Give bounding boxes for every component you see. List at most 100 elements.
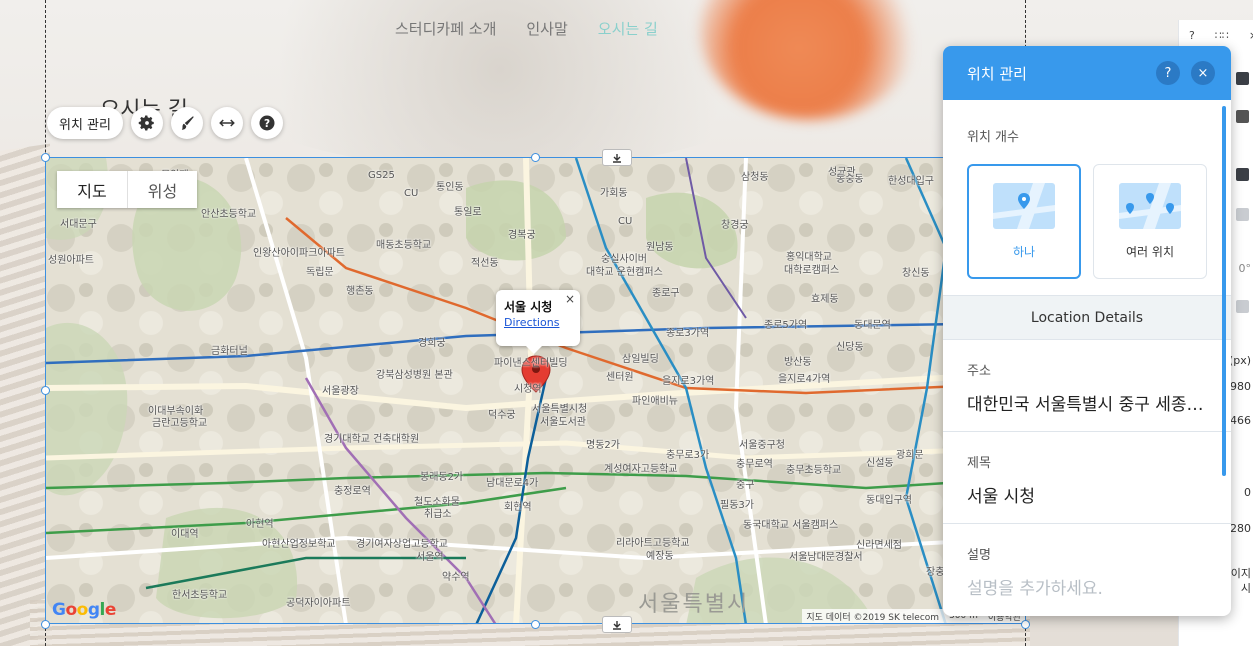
map-label: 시청역 bbox=[514, 384, 542, 395]
multiple-locations-map-icon bbox=[1119, 183, 1181, 229]
map-type-map-button[interactable]: 지도 bbox=[57, 171, 127, 208]
strip-text-1: 이지 bbox=[1230, 567, 1251, 580]
map-data-credit: 지도 데이터 ©2019 SK telecom bbox=[806, 612, 940, 623]
map-label: 종로구 bbox=[652, 288, 680, 299]
strip-help-icon[interactable]: ? bbox=[1189, 29, 1195, 42]
map-widget[interactable]: 무악재 GS25 CU 통인동 가회동 삼청동 성균관 동숭동 한성대입구 독립… bbox=[45, 157, 1026, 624]
title-field[interactable]: 제목 서울 시청 bbox=[943, 432, 1231, 524]
map-label: 행촌동 bbox=[346, 286, 374, 297]
delete-icon[interactable] bbox=[1236, 110, 1249, 123]
svg-text:?: ? bbox=[264, 118, 270, 130]
address-input[interactable]: 대한민국 서울특별시 중구 세종대로 110 bbox=[967, 390, 1207, 415]
description-field[interactable]: 설명 설명을 추가하세요. bbox=[943, 524, 1231, 616]
location-count-options: 하나 여러 위치 bbox=[967, 164, 1207, 279]
map-label: 적선동 bbox=[471, 258, 499, 269]
width-value[interactable]: 980 bbox=[1230, 380, 1251, 393]
map-label: 서울역 bbox=[416, 552, 444, 563]
single-location-label: 하나 bbox=[1012, 245, 1036, 259]
anchor-button[interactable] bbox=[602, 616, 632, 633]
single-location-option[interactable]: 하나 bbox=[967, 164, 1082, 279]
info-window-close-icon[interactable]: × bbox=[565, 292, 575, 306]
description-input[interactable]: 설명을 추가하세요. bbox=[967, 574, 1207, 599]
resize-handle[interactable] bbox=[1021, 620, 1030, 629]
panel-help-button[interactable]: ? bbox=[1156, 61, 1180, 85]
layout-icon[interactable] bbox=[1236, 168, 1249, 181]
map-label: 예장동 bbox=[646, 551, 674, 562]
strip-drag-icon[interactable]: ∷∷ bbox=[1215, 29, 1229, 42]
x-value[interactable]: 0 bbox=[1244, 486, 1251, 499]
rotation-value: 0° bbox=[1238, 262, 1252, 275]
map-label: 센터원 bbox=[606, 372, 634, 383]
map-label: 강북삼성병원 본관 bbox=[376, 370, 453, 381]
map-label: 대학로캠퍼스 bbox=[784, 265, 840, 276]
map-label: 서울도서관 bbox=[540, 417, 586, 428]
map-label: 인왕산아이파크아파트 bbox=[253, 248, 345, 259]
map-type-toggle: 지도 위성 bbox=[57, 171, 197, 208]
element-toolbar: 위치 관리 ? bbox=[47, 107, 283, 139]
panel-header: 위치 관리 ? × bbox=[943, 46, 1231, 100]
directions-link[interactable]: Directions bbox=[504, 316, 572, 329]
map-label: 신당동 bbox=[836, 342, 864, 353]
design-button[interactable] bbox=[170, 107, 203, 139]
panel-scrollbar[interactable] bbox=[1222, 106, 1226, 476]
help-icon: ? bbox=[259, 115, 275, 131]
panel-close-button[interactable]: × bbox=[1191, 61, 1215, 85]
map-label: 가회동 bbox=[600, 188, 628, 199]
multiple-locations-option[interactable]: 여러 위치 bbox=[1093, 164, 1207, 279]
strip-text-2: 시 bbox=[1240, 582, 1251, 595]
map-label: 서울광장 bbox=[322, 386, 359, 397]
map-label: 필동3가 bbox=[720, 500, 754, 511]
map-label: 취급소 bbox=[424, 509, 452, 520]
map-label: 동국대학교 서울캠퍼스 bbox=[743, 520, 839, 531]
unit-label: (px) bbox=[1228, 354, 1251, 367]
map-label: 삼일빌딩 bbox=[622, 354, 659, 365]
map-label: 경희궁 bbox=[418, 338, 446, 349]
map-label: 종로5가역 bbox=[764, 320, 808, 331]
nav-item-about[interactable]: 스터디카페 소개 bbox=[395, 18, 496, 39]
map-label: 동숭동 bbox=[836, 174, 864, 185]
map-label: 이대역 bbox=[171, 529, 199, 540]
align-icon[interactable] bbox=[1236, 208, 1249, 221]
map-label: 서울중구청 bbox=[739, 440, 785, 451]
distribute-icon[interactable] bbox=[1236, 300, 1249, 313]
map-label: 충무로3가 bbox=[666, 450, 710, 461]
location-count-section: 위치 개수 하나 여러 위치 bbox=[943, 100, 1231, 296]
title-label: 제목 bbox=[967, 456, 991, 471]
stretch-button[interactable] bbox=[210, 107, 243, 139]
map-label: 을지로3가역 bbox=[662, 376, 715, 387]
map-label: 파인애비뉴 bbox=[632, 396, 678, 407]
info-window-title: 서울 시청 bbox=[504, 300, 553, 314]
title-input[interactable]: 서울 시청 bbox=[967, 482, 1207, 507]
resize-handle[interactable] bbox=[41, 153, 50, 162]
manage-locations-button[interactable]: 위치 관리 bbox=[47, 107, 123, 139]
settings-button[interactable] bbox=[130, 107, 163, 139]
map-label: 한성대입구 bbox=[888, 176, 934, 187]
stretch-arrows-icon bbox=[219, 119, 235, 127]
resize-handle[interactable] bbox=[41, 386, 50, 395]
anchor-button[interactable] bbox=[602, 149, 632, 166]
resize-handle[interactable] bbox=[531, 620, 540, 629]
nav-item-greeting[interactable]: 인사말 bbox=[526, 18, 567, 39]
map-label: 대학교 운현캠퍼스 bbox=[586, 267, 663, 278]
map-label: 창신동 bbox=[902, 268, 930, 279]
download-arrow-icon bbox=[613, 153, 621, 163]
resize-handle[interactable] bbox=[41, 620, 50, 629]
location-count-label: 위치 개수 bbox=[967, 130, 1019, 145]
map-label: 충무초등학교 bbox=[786, 465, 842, 476]
nav-item-directions[interactable]: 오시는 길 bbox=[598, 18, 658, 39]
help-button[interactable]: ? bbox=[250, 107, 283, 139]
address-field[interactable]: 주소 대한민국 서울특별시 중구 세종대로 110 bbox=[943, 340, 1231, 432]
y-value[interactable]: 280 bbox=[1230, 522, 1251, 535]
map-type-satellite-button[interactable]: 위성 bbox=[127, 171, 197, 208]
strip-close-icon[interactable]: × bbox=[1249, 29, 1253, 42]
map-label: 을지로4가역 bbox=[778, 374, 831, 385]
map-label: 신설동 bbox=[866, 458, 894, 469]
google-logo: Google bbox=[52, 600, 116, 620]
map-label: 약수역 bbox=[442, 572, 470, 583]
copy-icon[interactable] bbox=[1236, 72, 1249, 85]
panel-title: 위치 관리 bbox=[967, 64, 1027, 83]
map-label: 성원아파트 bbox=[48, 255, 94, 266]
height-value[interactable]: 466 bbox=[1230, 414, 1251, 427]
resize-handle[interactable] bbox=[531, 153, 540, 162]
map-label: 서울남대문경찰서 bbox=[789, 552, 863, 563]
